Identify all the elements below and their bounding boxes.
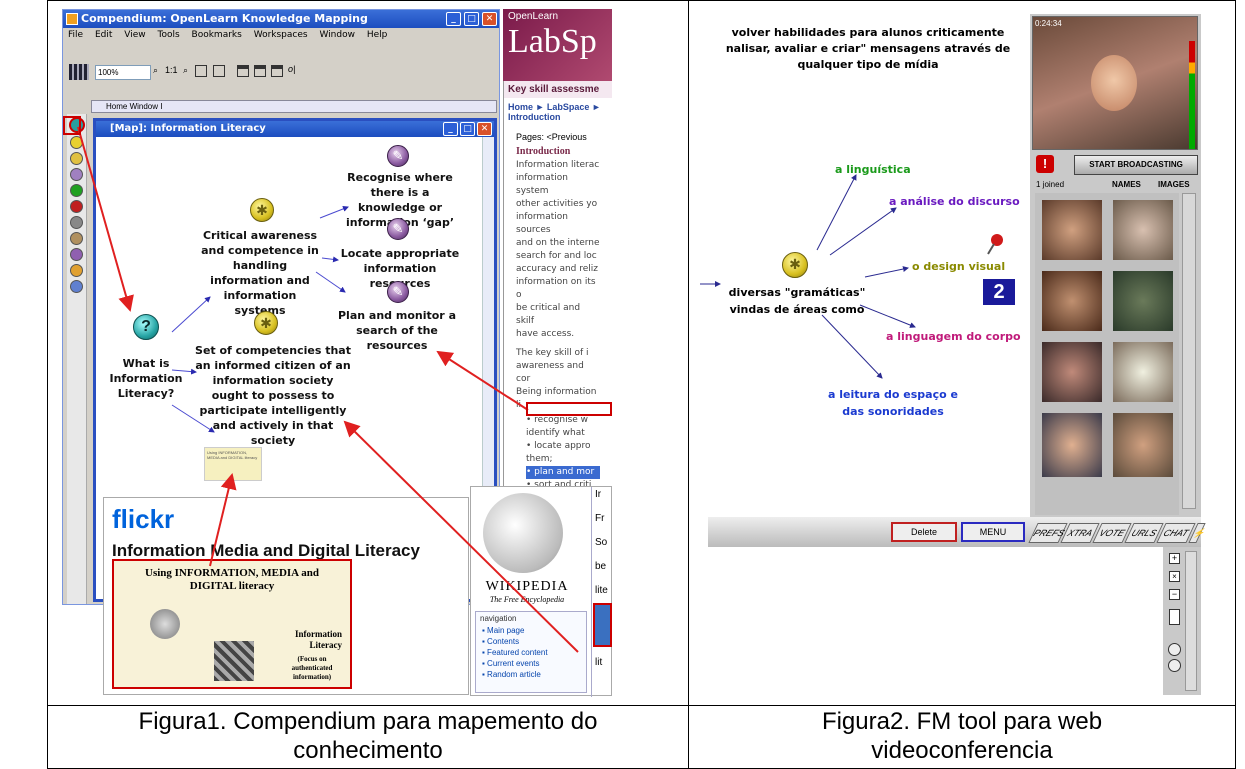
menu-button[interactable]: MENU bbox=[961, 522, 1025, 542]
text-icon[interactable] bbox=[1169, 609, 1180, 625]
minus-icon[interactable]: − bbox=[1169, 589, 1180, 600]
chat-side-controls: + × − bbox=[1163, 547, 1201, 695]
participant-3[interactable] bbox=[1042, 271, 1102, 331]
heading-line-3: qualquer tipo de mídia bbox=[797, 58, 939, 71]
x-icon[interactable]: × bbox=[1169, 571, 1180, 582]
caption-divider bbox=[47, 705, 1236, 706]
participant-5[interactable] bbox=[1042, 342, 1102, 402]
plus-icon[interactable]: + bbox=[1169, 553, 1180, 564]
participant-2[interactable] bbox=[1113, 200, 1173, 260]
participant-grid bbox=[1035, 193, 1179, 515]
alert-icon[interactable]: ! bbox=[1036, 155, 1054, 173]
joined-count: 1 joined bbox=[1036, 180, 1065, 189]
heading-line-2: nalisar, avaliar e criar" mensagens atra… bbox=[725, 42, 1011, 55]
figure2-links bbox=[700, 174, 916, 379]
broadcaster-video: 0:24:34 bbox=[1032, 16, 1198, 150]
sad-icon[interactable] bbox=[1168, 659, 1181, 672]
start-broadcasting-button[interactable]: START BROADCASTING bbox=[1074, 155, 1198, 175]
tab-names[interactable]: NAMES bbox=[1112, 180, 1141, 189]
tab-images[interactable]: IMAGES bbox=[1158, 180, 1190, 189]
delete-button[interactable]: Delete bbox=[891, 522, 957, 542]
fm-toolbar: Delete MENU PREFS XTRA VOTE URLS CHAT ⚡ bbox=[708, 517, 1208, 547]
figure1-caption: Figura1. Compendium para mapemento do co… bbox=[138, 708, 598, 764]
participant-1[interactable] bbox=[1042, 200, 1102, 260]
smile-icon[interactable] bbox=[1168, 643, 1181, 656]
figure1-arrows bbox=[63, 116, 612, 653]
heading-line-1: volver habilidades para alunos criticame… bbox=[731, 26, 1005, 39]
whiteboard-heading: volver habilidades para alunos criticame… bbox=[708, 25, 1028, 73]
speaker-face bbox=[1091, 55, 1137, 111]
figure2-caption: Figura2. FM tool para web videoconferenc… bbox=[821, 708, 1103, 764]
chat-scrollbar[interactable] bbox=[1185, 551, 1197, 691]
participant-7[interactable] bbox=[1042, 413, 1102, 477]
participant-8[interactable] bbox=[1113, 413, 1173, 477]
video-timer: 0:24:34 bbox=[1035, 19, 1062, 28]
chat-area[interactable] bbox=[708, 547, 1163, 695]
participant-4[interactable] bbox=[1113, 271, 1173, 331]
volume-meter bbox=[1189, 41, 1195, 149]
participant-6[interactable] bbox=[1113, 342, 1173, 402]
participant-scrollbar[interactable] bbox=[1182, 193, 1196, 509]
